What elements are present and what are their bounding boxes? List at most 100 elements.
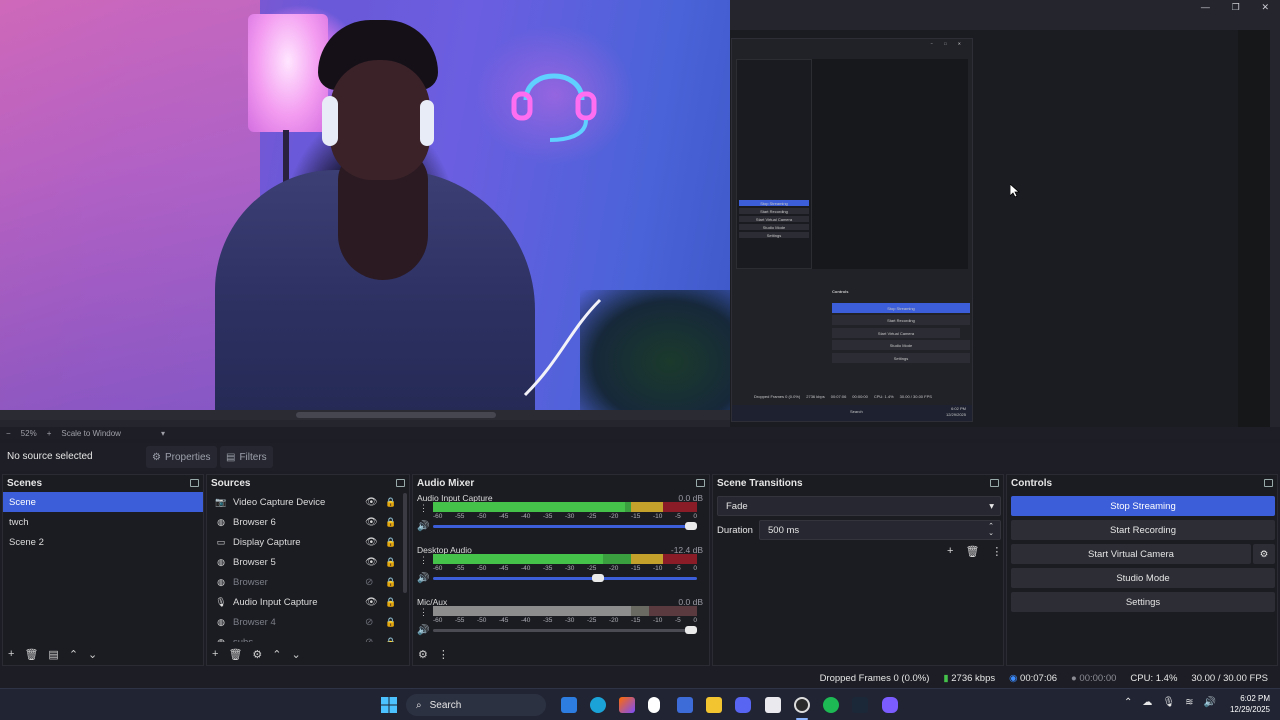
add-icon[interactable]: + [8, 648, 14, 660]
obs-icon[interactable] [794, 697, 810, 713]
eye-icon[interactable]: 👁 [365, 597, 378, 608]
notepad-icon[interactable] [765, 697, 781, 713]
zoom-in-button[interactable]: + [47, 429, 52, 438]
lock-icon[interactable]: 🔒 [385, 497, 396, 508]
filter-icon[interactable]: ▤ [48, 648, 58, 661]
speaker-icon[interactable]: 🔊 [417, 573, 429, 584]
minimize-icon[interactable]: — [1201, 2, 1210, 12]
streaming-app-icon[interactable] [882, 697, 898, 713]
volume-icon[interactable]: 🔊 [1203, 697, 1215, 708]
duration-input[interactable]: 500 ms ⌃ ⌄ [759, 520, 1001, 540]
undock-icon[interactable] [1264, 479, 1273, 487]
source-item[interactable]: ▭ Display Capture 👁 🔒 [207, 532, 409, 552]
add-icon[interactable]: + [212, 648, 218, 660]
eye-icon[interactable]: 👁 [365, 497, 378, 508]
scene-item[interactable]: Scene [3, 492, 203, 512]
move-up-icon[interactable]: ⌃ [272, 648, 281, 661]
eye-icon[interactable]: 👁 [365, 517, 378, 528]
close-icon[interactable]: ✕ [1262, 2, 1270, 13]
lock-icon[interactable]: 🔒 [385, 537, 396, 548]
copilot-icon[interactable] [619, 697, 635, 713]
volume-fader[interactable] [433, 522, 697, 530]
trash-icon[interactable]: 🗑 [228, 648, 242, 661]
lock-icon[interactable]: 🔒 [385, 557, 396, 568]
trash-icon[interactable]: 🗑 [965, 545, 979, 558]
move-up-icon[interactable]: ⌃ [69, 648, 78, 661]
taskbar-clock[interactable]: 6:02 PM 12/29/2025 [1230, 693, 1270, 715]
scale-mode-label[interactable]: Scale to Window [61, 429, 121, 438]
start-virtual-camera-button[interactable]: Start Virtual Camera [1011, 544, 1251, 564]
move-down-icon[interactable]: ⌄ [88, 648, 97, 661]
virtual-camera-settings-button[interactable]: ⚙ [1253, 544, 1275, 564]
undock-icon[interactable] [396, 479, 405, 487]
sources-scrollbar[interactable] [403, 493, 407, 593]
eye-hidden-icon[interactable]: ⊘ [365, 577, 373, 588]
eye-icon[interactable]: 👁 [365, 537, 378, 548]
cloud-icon[interactable]: ☁ [1142, 697, 1152, 708]
source-item[interactable]: 📷 Video Capture Device 👁 🔒 [207, 492, 409, 512]
lock-icon[interactable]: 🔒 [385, 597, 396, 608]
source-item[interactable]: ◍ Browser 6 👁 🔒 [207, 512, 409, 532]
task-view-icon[interactable] [561, 697, 577, 713]
more-icon[interactable]: ⋮ [438, 648, 449, 661]
chevron-up-icon[interactable]: ⌃ [1124, 697, 1132, 708]
zoom-out-button[interactable]: − [6, 429, 11, 438]
source-item[interactable]: ◍ Browser 5 👁 🔒 [207, 552, 409, 572]
gear-icon[interactable]: ⚙ [252, 648, 262, 661]
lock-icon[interactable]: 🔒 [385, 517, 396, 528]
trash-icon[interactable]: 🗑 [24, 648, 38, 661]
advanced-audio-icon[interactable]: ⚙ [418, 648, 428, 661]
spinner-icon[interactable]: ⌃ ⌄ [988, 523, 994, 537]
undock-icon[interactable] [190, 479, 199, 487]
speaker-icon[interactable]: 🔊 [417, 625, 429, 636]
eye-hidden-icon[interactable]: ⊘ [365, 617, 373, 628]
taskbar-search[interactable]: ⌕ Search [406, 694, 546, 716]
speaker-icon[interactable]: 🔊 [417, 521, 429, 532]
store-icon[interactable] [677, 697, 693, 713]
wifi-icon[interactable]: ≋ [1185, 697, 1193, 708]
filters-button[interactable]: ▤ Filters [220, 446, 273, 468]
source-item[interactable]: ◍ Browser 4 ⊘ 🔒 [207, 612, 409, 632]
fader-knob[interactable] [685, 626, 697, 634]
transition-select[interactable]: Fade ▾ [717, 496, 1001, 516]
edge-icon[interactable] [590, 697, 606, 713]
studio-mode-button[interactable]: Studio Mode [1011, 568, 1275, 588]
more-icon[interactable]: ⋮ [419, 555, 428, 566]
scene-item[interactable]: twch [3, 512, 203, 532]
eye-icon[interactable]: 👁 [365, 557, 378, 568]
scene-item[interactable]: Scene 2 [3, 532, 203, 552]
source-item[interactable]: 🎙 Audio Input Capture 👁 🔒 [207, 592, 409, 612]
folder-icon[interactable] [706, 697, 722, 713]
microphone-icon[interactable]: 🎙 [1162, 697, 1175, 708]
source-item[interactable]: ◍ Browser ⊘ 🔒 [207, 572, 409, 592]
more-icon[interactable]: ⋮ [991, 545, 1002, 558]
start-recording-button[interactable]: Start Recording [1011, 520, 1275, 540]
chevron-down-icon[interactable]: ▾ [161, 429, 165, 438]
spotify-icon[interactable] [823, 697, 839, 713]
source-item[interactable]: ◍ subs ⊘ 🔒 [207, 632, 409, 643]
lock-icon[interactable]: 🔒 [385, 637, 396, 643]
maps-icon[interactable] [648, 697, 660, 713]
more-icon[interactable]: ⋮ [419, 503, 428, 514]
lock-icon[interactable]: 🔒 [385, 617, 396, 628]
windows-start-icon[interactable] [381, 697, 397, 713]
properties-button[interactable]: ⚙ Properties [146, 446, 217, 468]
steam-icon[interactable] [852, 697, 868, 713]
undock-icon[interactable] [696, 479, 705, 487]
settings-button[interactable]: Settings [1011, 592, 1275, 612]
lock-icon[interactable]: 🔒 [385, 577, 396, 588]
fader-knob[interactable] [685, 522, 697, 530]
preview-scrollbar-track[interactable] [0, 410, 730, 420]
more-icon[interactable]: ⋮ [419, 607, 428, 618]
restore-icon[interactable]: ❐ [1232, 2, 1240, 13]
fader-knob[interactable] [591, 574, 604, 582]
move-down-icon[interactable]: ⌄ [292, 648, 301, 661]
volume-fader[interactable] [433, 626, 697, 634]
stop-streaming-button[interactable]: Stop Streaming [1011, 496, 1275, 516]
undock-icon[interactable] [990, 479, 999, 487]
discord-icon[interactable] [735, 697, 751, 713]
add-icon[interactable]: + [947, 545, 953, 558]
preview-scrollbar-thumb[interactable] [296, 412, 496, 418]
preview-area[interactable]: − □ ✕ Stop Streaming Start Recording Sta… [0, 0, 1280, 427]
eye-hidden-icon[interactable]: ⊘ [365, 637, 373, 643]
